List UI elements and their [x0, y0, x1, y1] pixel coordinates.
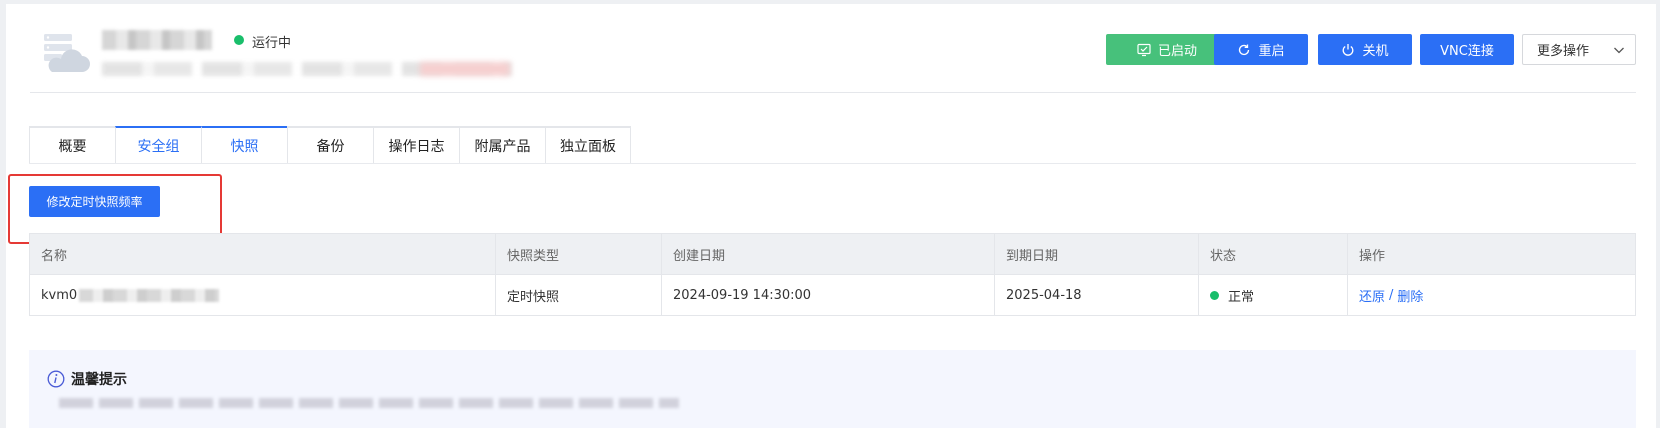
snapshot-table: 名称 快照类型 创建日期 到期日期 状态 操作 kvm0 定时快照 2024-0…: [29, 233, 1636, 316]
more-actions-dropdown[interactable]: 更多操作: [1522, 34, 1636, 65]
main-panel: 运行中 已启动 重启 关机 VNC连接 更多操作 概要 安全组 快照 备份 操作…: [6, 4, 1656, 428]
expiry-date-cell: 2025-04-18: [995, 275, 1199, 315]
restart-icon: [1239, 44, 1250, 55]
tab-security-group[interactable]: 安全组: [115, 126, 201, 164]
modify-snapshot-frequency-button[interactable]: 修改定时快照频率: [29, 186, 160, 217]
actions-cell: 还原 / 删除: [1348, 275, 1635, 315]
server-info-redacted: [102, 62, 512, 76]
restart-button[interactable]: 重启: [1214, 34, 1308, 65]
power-icon: [1343, 43, 1354, 56]
running-status-text: 运行中: [252, 36, 292, 51]
header-created-date: 创建日期: [662, 234, 995, 274]
shutdown-label: 关机: [1362, 44, 1389, 59]
running-status-dot: [234, 35, 244, 45]
header-snapshot-type: 快照类型: [496, 234, 662, 274]
created-date-cell: 2024-09-19 14:30:00: [662, 275, 995, 315]
more-actions-label: 更多操作: [1537, 44, 1590, 59]
snapshot-name-redacted: [79, 288, 220, 302]
restart-label: 重启: [1258, 44, 1285, 59]
tab-standalone-panel[interactable]: 独立面板: [545, 126, 631, 164]
shutdown-button[interactable]: 关机: [1318, 34, 1412, 65]
vnc-label: VNC连接: [1440, 44, 1494, 59]
delete-link[interactable]: 删除: [1397, 286, 1423, 305]
restore-link[interactable]: 还原: [1359, 286, 1385, 305]
status-text: 正常: [1228, 289, 1255, 305]
tab-operation-log[interactable]: 操作日志: [373, 126, 459, 164]
tab-overview[interactable]: 概要: [29, 126, 115, 164]
table-header: 名称 快照类型 创建日期 到期日期 状态 操作: [30, 234, 1635, 274]
snapshot-name-cell: kvm0: [30, 275, 496, 315]
tips-title: 温馨提示: [71, 372, 127, 388]
server-name-redacted: [102, 30, 212, 50]
tabs-divider: [29, 163, 1636, 164]
tab-snapshot[interactable]: 快照: [201, 126, 287, 164]
header-expiry-date: 到期日期: [995, 234, 1199, 274]
info-icon: [47, 370, 65, 388]
tab-attached-products[interactable]: 附属产品: [459, 126, 545, 164]
snapshot-type-cell: 定时快照: [496, 275, 662, 315]
chevron-down-icon: [1614, 47, 1624, 54]
status-ok-dot: [1210, 290, 1219, 300]
vnc-connect-button[interactable]: VNC连接: [1420, 34, 1514, 65]
tips-box: 温馨提示: [29, 350, 1636, 428]
started-label: 已启动: [1157, 44, 1197, 59]
cloud-server-icon: [44, 34, 90, 72]
header-divider: [30, 92, 1636, 93]
monitor-check-icon: [1137, 43, 1151, 56]
snapshot-name-prefix: kvm0: [41, 287, 78, 303]
status-cell: 正常: [1199, 275, 1348, 315]
header-name: 名称: [30, 234, 496, 274]
tips-content-redacted: [59, 398, 679, 408]
action-separator: /: [1389, 287, 1394, 303]
header-actions: 操作: [1359, 248, 1386, 264]
table-row: kvm0 定时快照 2024-09-19 14:30:00 2025-04-18…: [30, 274, 1635, 315]
started-button[interactable]: 已启动: [1106, 34, 1228, 65]
detail-tabs: 概要 安全组 快照 备份 操作日志 附属产品 独立面板: [29, 126, 631, 166]
header-status: 状态: [1199, 234, 1348, 274]
tab-backup[interactable]: 备份: [287, 126, 373, 164]
